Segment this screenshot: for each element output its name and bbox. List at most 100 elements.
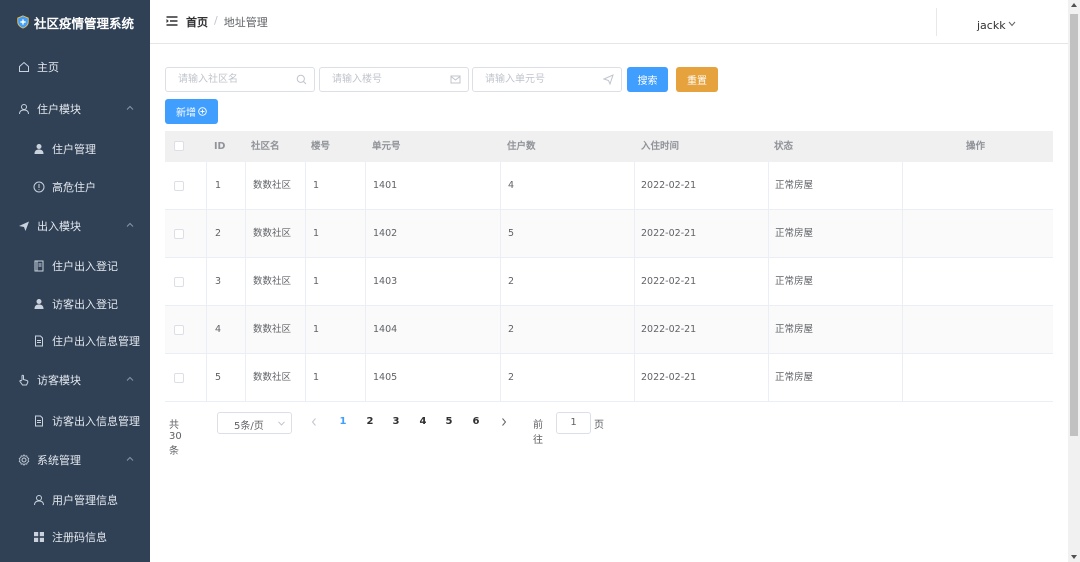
cell-divider [768,258,769,306]
community-search-input[interactable] [166,68,314,91]
building-search-field[interactable] [319,67,469,92]
gear-icon [18,454,30,466]
cell-residents: 2 [508,324,515,335]
row-checkbox[interactable] [174,277,184,287]
sidebar-item-label: 住户模块 [37,103,81,116]
cell-divider [245,162,246,210]
page-number[interactable]: 2 [363,416,377,427]
cell-divider [902,210,903,258]
sidebar-item-resident-module[interactable]: 住户模块 [0,99,150,119]
cell-divider [245,306,246,354]
cell-community: 数数社区 [253,276,292,287]
sidebar-item-resident-entry-register[interactable]: 住户出入登记 [0,256,150,276]
column-header-checkin-date: 入住时间 [641,141,680,152]
page-size-select[interactable]: 5条/页 [217,412,292,434]
page-number[interactable]: 3 [389,416,403,427]
cell-id: 2 [215,228,222,239]
scroll-thumb[interactable] [1070,14,1078,436]
cell-checkin-date: 2022-02-21 [641,324,697,335]
sidebar-item-system-management[interactable]: 系统管理 [0,450,150,470]
cell-divider [634,258,635,306]
cell-divider [768,354,769,402]
message-icon [450,75,461,84]
cell-divider [768,306,769,354]
building-search-input[interactable] [320,68,468,91]
avatar[interactable] [936,8,956,36]
community-search-field[interactable] [165,67,315,92]
cell-divider [365,258,366,306]
cell-status: 正常房屋 [775,372,814,383]
cell-checkin-date: 2022-02-21 [641,372,697,383]
document-icon [33,415,45,427]
column-header-id: ID [214,141,226,152]
page-number[interactable]: 4 [416,416,430,427]
scroll-up-arrow-icon[interactable] [1071,3,1077,7]
unit-search-input[interactable] [473,68,621,91]
chevron-left-icon[interactable] [310,417,318,427]
page-number[interactable]: 6 [469,416,483,427]
goto-page-input[interactable]: 1 [556,412,591,434]
table-row: 5 数数社区 1 1405 2 2022-02-21 正常房屋 [165,354,1053,402]
sidebar-item-label: 住户出入信息管理 [52,335,140,348]
sidebar-item-visitor-entry-register[interactable]: 访客出入登记 [0,294,150,314]
sidebar-item-resident-entry-info[interactable]: 住户出入信息管理 [0,331,150,351]
cell-divider [902,306,903,354]
cell-divider [634,306,635,354]
chevron-right-icon[interactable] [500,417,508,427]
sidebar-item-user-management[interactable]: 用户管理信息 [0,490,150,510]
table-row: 1 数数社区 1 1401 4 2022-02-21 正常房屋 [165,162,1053,210]
add-button[interactable]: 新增 [165,99,218,124]
sidebar-item-label: 访客出入登记 [52,298,118,311]
cell-unit: 1402 [373,228,398,239]
cell-divider [500,210,501,258]
sidebar-item-label: 系统管理 [37,454,81,467]
reset-button[interactable]: 重置 [676,67,718,92]
add-button-label: 新增 [176,108,196,119]
cell-residents: 2 [508,276,515,287]
cell-checkin-date: 2022-02-21 [641,276,697,287]
menu-fold-icon[interactable] [166,15,178,27]
sidebar-item-resident-management[interactable]: 住户管理 [0,139,150,159]
cell-divider [365,354,366,402]
search-icon [296,74,307,85]
row-checkbox[interactable] [174,373,184,383]
sidebar-item-home[interactable]: 主页 [0,57,150,77]
breadcrumb-home[interactable]: 首页 [186,14,208,30]
sidebar-item-high-risk-residents[interactable]: 高危住户 [0,177,150,197]
breadcrumb-separator: / [214,14,218,27]
cell-unit: 1404 [373,324,398,335]
unit-search-field[interactable] [472,67,622,92]
scroll-down-arrow-icon[interactable] [1071,555,1077,559]
search-button[interactable]: 搜索 [627,67,668,92]
cell-community: 数数社区 [253,228,292,239]
cell-divider [305,306,306,354]
cell-divider [500,162,501,210]
cell-divider [305,258,306,306]
column-header-community: 社区名 [251,141,280,152]
page-number[interactable]: 5 [442,416,456,427]
sidebar-item-entry-exit-module[interactable]: 出入模块 [0,216,150,236]
select-all-checkbox[interactable] [174,141,184,151]
sidebar-item-visitor-entry-info[interactable]: 访客出入信息管理 [0,411,150,431]
cell-building: 1 [313,324,320,335]
sidebar-item-visitor-module[interactable]: 访客模块 [0,370,150,390]
cell-id: 5 [215,372,222,383]
cell-divider [245,210,246,258]
chevron-down-icon[interactable] [1008,21,1016,27]
row-checkbox[interactable] [174,229,184,239]
chevron-up-icon [126,456,134,461]
user-icon [18,103,30,115]
sidebar-item-registration-codes[interactable]: 注册码信息 [0,527,150,547]
cell-id: 4 [215,324,222,335]
username[interactable]: jackk [977,19,1006,32]
row-checkbox[interactable] [174,181,184,191]
cell-checkin-date: 2022-02-21 [641,228,697,239]
sidebar-item-label: 主页 [37,61,59,74]
app-logo[interactable]: 社区疫情管理系统 [0,0,150,44]
sidebar-item-label: 用户管理信息 [52,494,118,507]
cell-divider [634,210,635,258]
row-checkbox[interactable] [174,325,184,335]
vertical-scrollbar[interactable] [1068,0,1080,562]
page-number[interactable]: 1 [336,416,350,427]
column-header-status: 状态 [774,141,794,152]
